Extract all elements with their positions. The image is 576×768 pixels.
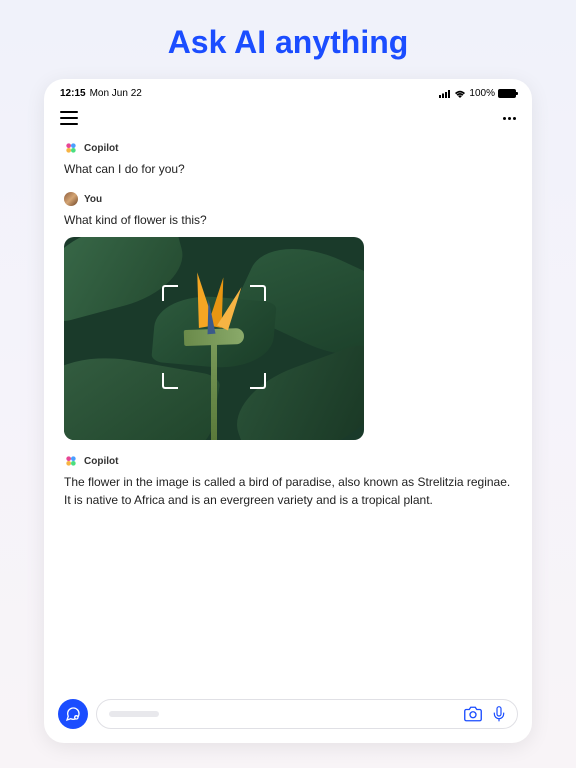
copilot-avatar-icon [64,454,78,468]
focus-bracket-icon [162,285,178,301]
device-frame: 12:15 Mon Jun 22 100% [44,79,532,743]
battery-percent: 100% [469,88,495,99]
message-text: The flower in the image is called a bird… [64,473,512,509]
status-date: Mon Jun 22 [90,88,142,99]
cellular-signal-icon [439,90,451,98]
sender-label: Copilot [84,143,118,154]
focus-bracket-icon [250,373,266,389]
input-bar [44,689,532,743]
sender-label: You [84,194,102,205]
menu-icon[interactable] [60,111,78,125]
status-bar: 12:15 Mon Jun 22 100% [44,79,532,103]
input-placeholder [109,711,159,717]
focus-bracket-icon [250,285,266,301]
message-input[interactable] [96,699,518,729]
uploaded-image[interactable] [64,237,364,440]
focus-bracket-icon [162,373,178,389]
app-header [44,103,532,133]
wifi-icon [454,89,466,98]
battery-icon [498,89,516,98]
user-avatar-icon [64,192,78,206]
copilot-avatar-icon [64,141,78,155]
assistant-message: Copilot What can I do for you? [64,141,512,178]
status-time: 12:15 [60,88,86,99]
camera-icon[interactable] [463,704,483,724]
new-chat-button[interactable] [58,699,88,729]
page-headline: Ask AI anything [0,0,576,79]
more-options-icon[interactable] [503,117,516,120]
microphone-icon[interactable] [489,704,509,724]
user-message: You What kind of flower is this? [64,192,512,440]
message-text: What kind of flower is this? [64,211,512,229]
sender-label: Copilot [84,456,118,467]
message-text: What can I do for you? [64,160,512,178]
assistant-message: Copilot The flower in the image is calle… [64,454,512,509]
chat-area: Copilot What can I do for you? You What … [44,133,532,689]
